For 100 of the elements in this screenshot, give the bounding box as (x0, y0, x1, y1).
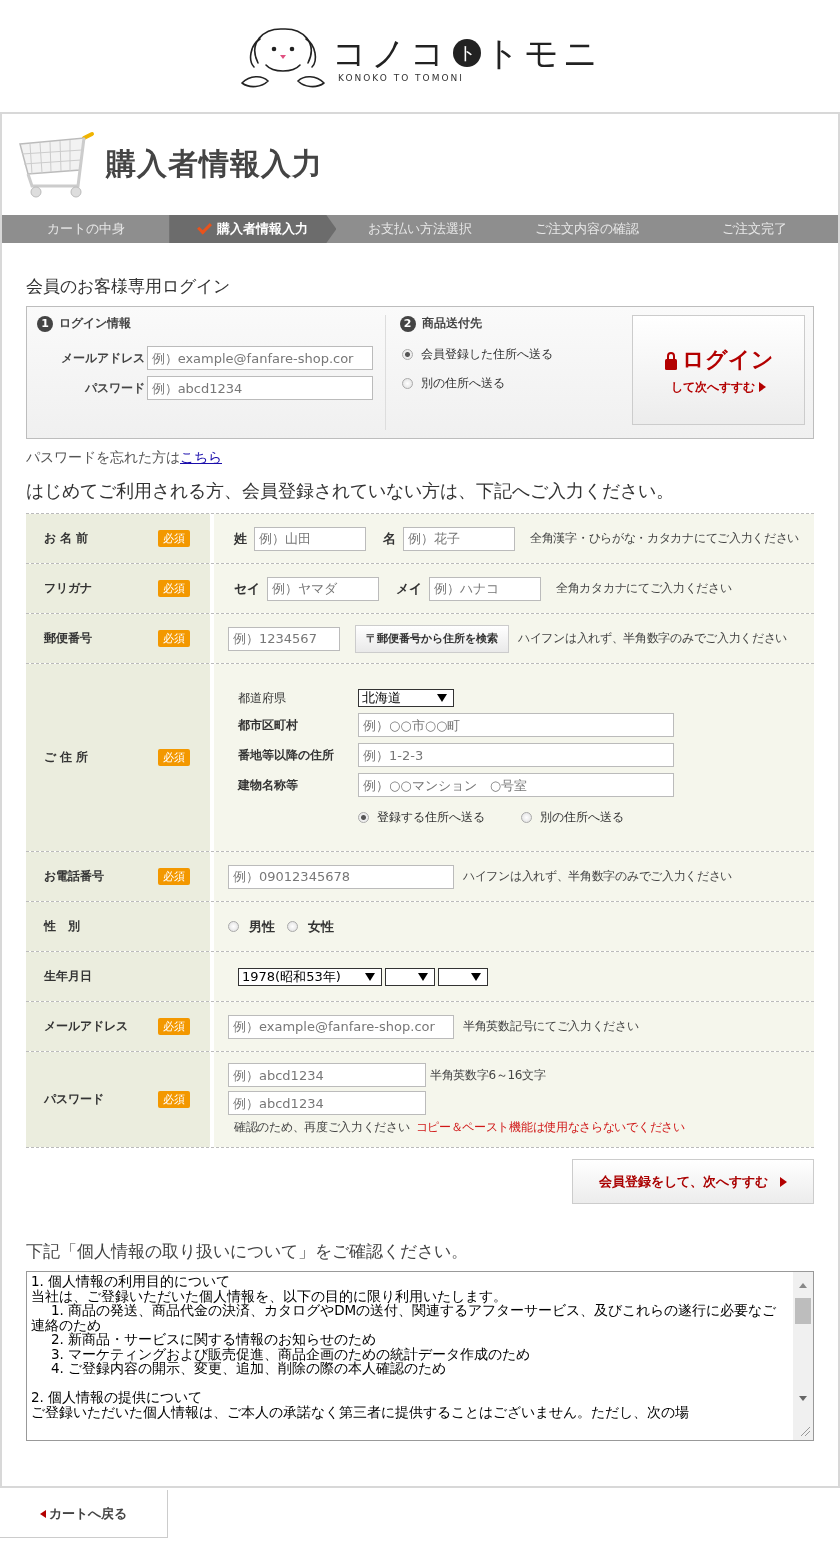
input-field[interactable]: 例）ヤマダ (267, 576, 379, 601)
caret-icon (365, 972, 375, 981)
radio-label: 登録する住所へ送る (377, 809, 485, 826)
field-label: 都市区町村 (238, 716, 299, 734)
dropdown[interactable] (438, 967, 488, 986)
input-field[interactable]: 例）○○市○○町 (358, 713, 674, 737)
dropdown[interactable]: 北海道 (358, 689, 454, 707)
terms-paragraph: ご登録いただいた個人情報は、ご本人の承諾なく第三者に提供することはございません。ただし、次の場 (31, 1404, 690, 1419)
required-badge: 必須 (158, 749, 190, 766)
triangle-icon (759, 382, 767, 392)
terms-list-item: 4. ご登録内容の開示、変更、追加、削除の際の本人確認のため (50, 1361, 448, 1376)
radio-label: 女性 (308, 917, 334, 936)
caret-icon (418, 972, 428, 981)
field-label: メイ (396, 579, 422, 598)
input-field[interactable]: 例）1234567 (228, 626, 340, 651)
field-label: 都道府県 (238, 689, 287, 707)
dropdown[interactable] (385, 967, 435, 986)
triangle-icon (40, 1509, 46, 1518)
terms-list-item: 3. マーケティングおよび販売促進、商品企画のための統計データ作成のため (50, 1346, 532, 1361)
radio-label: 別の住所へ送る (540, 809, 624, 826)
terms-heading: 2. 個人情報の提供について (31, 1390, 204, 1405)
field-label: 性 別 (44, 918, 81, 935)
hint-text: 確認のため、再度ご入力ください (234, 1119, 410, 1136)
input-field[interactable]: 例）花子 (403, 526, 515, 551)
caret-icon (437, 694, 447, 702)
field-label: 建物名称等 (238, 776, 299, 794)
input-field[interactable]: 例）○○マンション ○号室 (358, 773, 674, 797)
field-label: 名 (383, 529, 396, 548)
dropdown[interactable]: 1978(昭和53年) (238, 967, 382, 986)
field-label: フリガナ (44, 580, 93, 597)
forgot-password-text: パスワードを忘れた方は こちら (26, 448, 223, 467)
field-label: パスワード (84, 379, 145, 397)
step-item: ご注文完了 (720, 220, 788, 238)
field-label: ご 住 所 (44, 749, 90, 766)
section-label: ログイン情報 (59, 315, 131, 332)
field-label: 生年月日 (44, 968, 93, 985)
radio-label: 男性 (249, 917, 275, 936)
radio-button[interactable] (228, 921, 239, 932)
input-field[interactable]: 例）abcd1234 (228, 1091, 426, 1115)
hint-text: ハイフンは入れず、半角数字のみでご入力ください (518, 630, 788, 647)
hint-text: 半角英数記号にてご入力ください (463, 1018, 639, 1035)
section-heading: はじめてご利用される方、会員登録されていない方は、下記へご入力ください。 (26, 479, 675, 503)
radio-button[interactable] (358, 812, 369, 823)
radio-button[interactable] (521, 812, 532, 823)
login-button[interactable]: ログイン して次へすすむ (632, 315, 805, 425)
hint-text: ハイフンは入れず、半角数字のみでご入力ください (463, 868, 733, 885)
step-item: ご注文内容の確認 (534, 220, 641, 238)
radio-button[interactable] (401, 378, 413, 389)
caret-icon (471, 972, 481, 981)
section-heading: 下記「個人情報の取り扱いについて」をご確認ください。 (26, 1240, 469, 1263)
section-label: 商品送付先 (421, 315, 482, 332)
field-label: 郵便番号 (44, 630, 93, 647)
register-button[interactable]: 会員登録をして、次へすすむ (572, 1159, 814, 1204)
input-field[interactable]: 例）山田 (254, 526, 366, 551)
back-to-cart-button[interactable]: カートへ戻る (0, 1490, 168, 1538)
required-badge: 必須 (158, 868, 190, 885)
input-field[interactable]: 例）abcd1234 (146, 376, 373, 400)
input-field[interactable]: 例）1-2-3 (358, 743, 674, 767)
required-badge: 必須 (158, 630, 190, 647)
link[interactable]: こちら (180, 449, 222, 465)
hint-text: 半角英数字6～16文字 (430, 1066, 546, 1084)
terms-list-item: 2. 新商品・サービスに関する情報のお知らせのため (51, 1332, 378, 1347)
input-field[interactable]: 例）ハナコ (429, 576, 541, 601)
field-label: メールアドレス (60, 349, 145, 367)
hint-text: 全角カタカナにてご入力ください (556, 580, 732, 597)
hint-text: 全角漢字・ひらがな・カタカナにてご入力ください (530, 530, 800, 547)
step-number: 1 (37, 315, 53, 332)
field-label: 姓 (234, 529, 247, 548)
field-label: セイ (234, 579, 260, 598)
page-title: 購入者情報入力 (106, 145, 323, 183)
section-heading: 会員のお客様専用ログイン (26, 275, 231, 298)
field-label: パスワード (44, 1091, 105, 1108)
radio-button[interactable] (287, 921, 298, 932)
radio-label: 別の住所へ送る (420, 375, 505, 392)
cart-icon (16, 129, 96, 200)
input-field[interactable]: 例）example@fanfare-shop.cor (228, 1014, 454, 1039)
required-badge: 必須 (158, 1091, 190, 1108)
field-label: お電話番号 (44, 868, 105, 885)
input-field[interactable]: 例）09012345678 (228, 864, 454, 889)
input-field[interactable]: 例）abcd1234 (228, 1063, 426, 1087)
lock-icon (663, 349, 678, 370)
field-label: メールアドレス (44, 1018, 129, 1035)
address-search-button[interactable]: 〒郵便番号から住所を検索 (355, 624, 509, 653)
required-badge: 必須 (158, 1018, 190, 1035)
radio-label: 会員登録した住所へ送る (420, 346, 553, 363)
step-item: 購入者情報入力 (169, 215, 337, 243)
field-label: 番地等以降の住所 (238, 746, 335, 764)
step-number: 2 (399, 315, 416, 332)
required-badge: 必須 (158, 580, 190, 597)
warning-text: コピー＆ペースト機能は使用なさらないでください (415, 1119, 685, 1136)
terms-list-item: 1. 商品の発送、商品代金の決済、カタログやDMの送付、関連するアフターサービス、及びこれらの遂行に必要なご連絡のため (31, 1303, 778, 1332)
input-field[interactable]: 例）example@fanfare-shop.cor (146, 346, 373, 370)
field-label: お 名 前 (44, 530, 90, 547)
radio-button[interactable] (401, 349, 413, 360)
triangle-icon (780, 1176, 787, 1187)
required-badge: 必須 (158, 530, 190, 547)
step-item: カートの中身 (45, 220, 126, 238)
terms-heading: 1. 個人情報の利用目的について (31, 1274, 232, 1289)
step-item: お支払い方法選択 (367, 220, 473, 238)
logo-tagline: KONOKO TO TOMONI (338, 73, 464, 83)
